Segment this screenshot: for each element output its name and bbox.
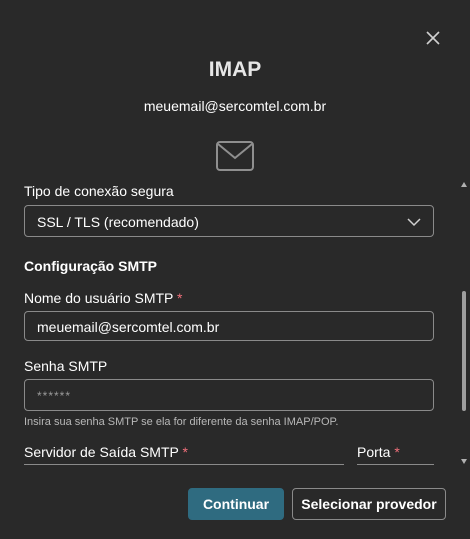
port-label: Porta * <box>357 444 400 460</box>
dialog-title: IMAP <box>208 58 262 81</box>
smtp-password-placeholder: ****** <box>37 389 72 403</box>
scroll-thumb[interactable] <box>462 291 466 411</box>
smtp-username-value: meuemail@sercomtel.com.br <box>37 319 220 335</box>
connection-type-select[interactable]: SSL / TLS (recomendado) <box>24 205 434 237</box>
smtp-username-label: Nome do usuário SMTP * <box>24 290 183 306</box>
scroll-up-arrow-icon[interactable] <box>461 182 467 187</box>
scroll-down-arrow-icon[interactable] <box>461 459 467 464</box>
smtp-password-hint: Insira sua senha SMTP se ela for diferen… <box>24 416 339 428</box>
account-email: meuemail@sercomtel.com.br <box>143 98 327 114</box>
port-input[interactable] <box>357 464 434 465</box>
smtp-server-label: Servidor de Saída SMTP * <box>24 444 188 460</box>
settings-scroll-area[interactable]: Tipo de conexão segura SSL / TLS (recome… <box>0 178 460 466</box>
close-button[interactable] <box>422 27 444 49</box>
smtp-password-label: Senha SMTP <box>24 358 108 374</box>
smtp-password-input[interactable]: ****** <box>24 379 434 411</box>
mail-icon <box>216 141 254 171</box>
connection-type-label: Tipo de conexão segura <box>24 183 174 199</box>
connection-type-value: SSL / TLS (recomendado) <box>37 214 199 230</box>
imap-dialog: IMAP meuemail@sercomtel.com.br Tipo de c… <box>0 0 470 539</box>
scrollbar[interactable] <box>460 180 468 466</box>
chevron-down-icon <box>407 218 421 227</box>
required-mark: * <box>177 290 183 306</box>
smtp-section-title: Configuração SMTP <box>24 258 158 274</box>
smtp-server-input[interactable] <box>24 464 344 465</box>
close-icon <box>426 31 440 45</box>
required-mark: * <box>394 444 400 460</box>
select-provider-button[interactable]: Selecionar provedor <box>292 488 446 520</box>
continue-button[interactable]: Continuar <box>188 488 284 520</box>
required-mark: * <box>182 444 188 460</box>
smtp-username-input[interactable]: meuemail@sercomtel.com.br <box>24 311 434 341</box>
